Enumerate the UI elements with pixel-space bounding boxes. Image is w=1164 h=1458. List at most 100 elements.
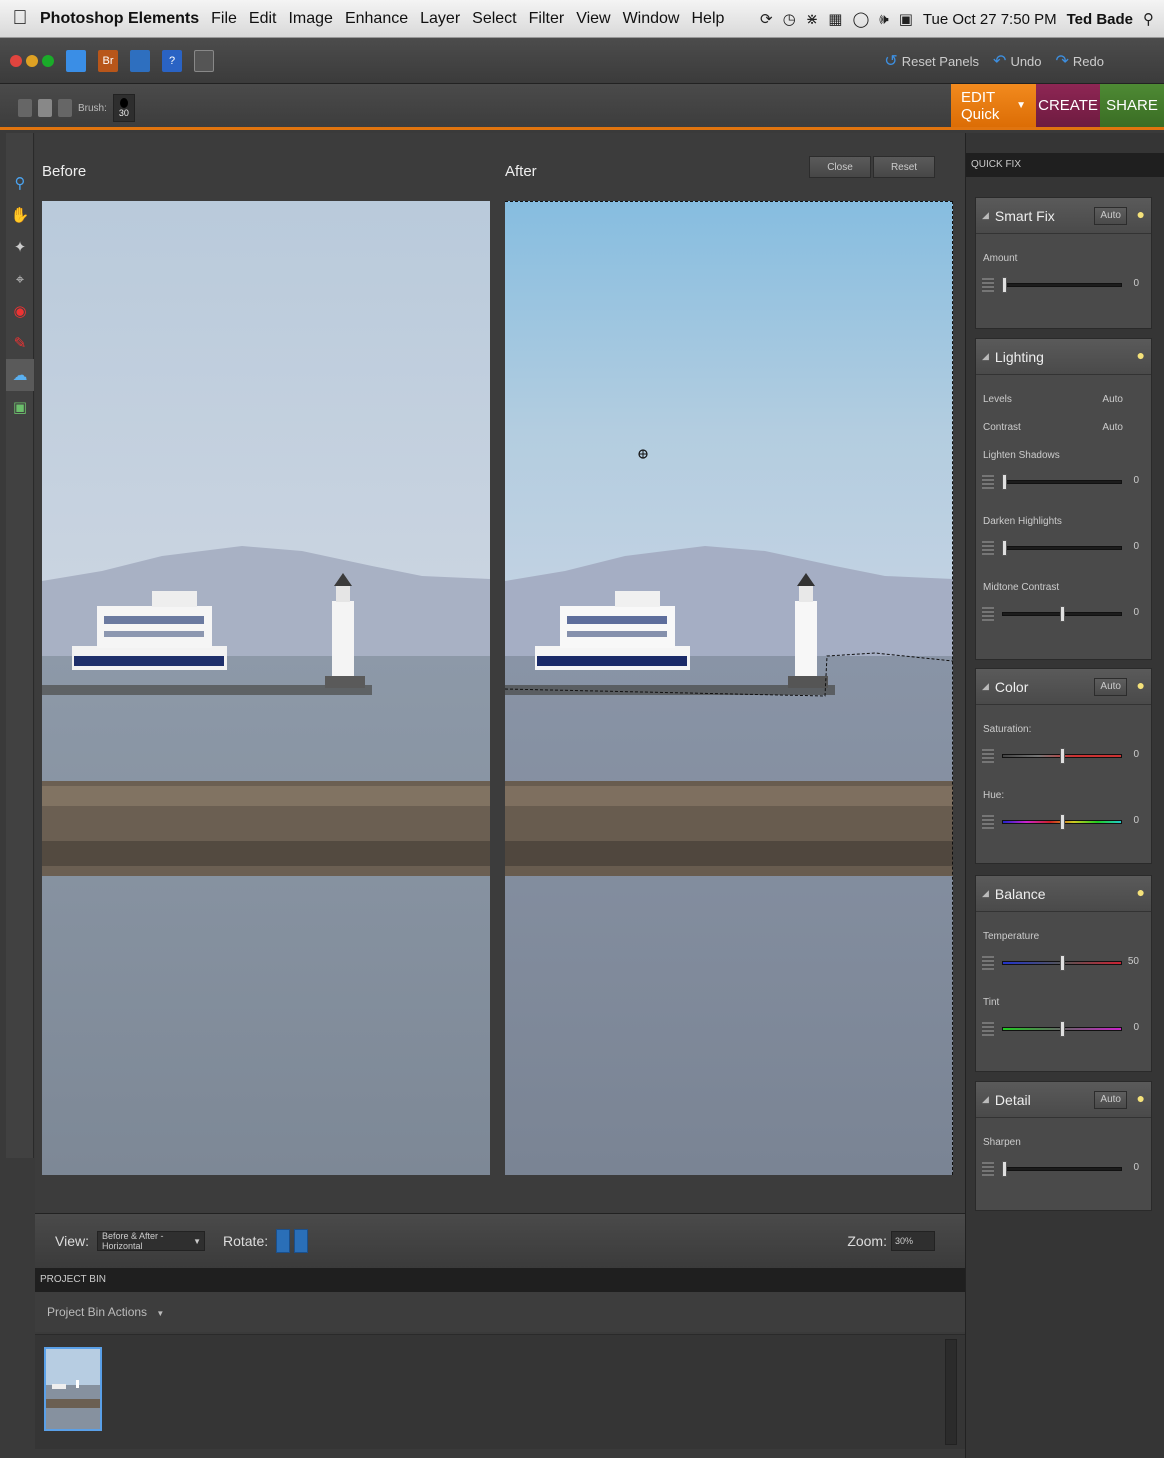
lighten-shadows-knob[interactable] bbox=[1002, 474, 1007, 490]
bluetooth-icon[interactable]: ⋇ bbox=[806, 10, 819, 28]
menu-edit[interactable]: Edit bbox=[249, 10, 277, 28]
slider-grip-icon bbox=[982, 815, 994, 829]
menu-window[interactable]: Window bbox=[623, 10, 680, 28]
wifi-icon[interactable]: ◯ bbox=[852, 10, 869, 28]
after-image[interactable] bbox=[505, 201, 953, 1175]
menu-help[interactable]: Help bbox=[691, 10, 724, 28]
midtone-contrast-slider[interactable]: 0 bbox=[976, 597, 1151, 631]
menu-view[interactable]: View bbox=[576, 10, 610, 28]
lightbulb-icon[interactable]: ● bbox=[1137, 206, 1145, 222]
redo-button[interactable]: ↷ Redo bbox=[1056, 51, 1104, 71]
project-bin-thumbnail[interactable] bbox=[44, 1347, 102, 1431]
tab-create[interactable]: CREATE bbox=[1036, 84, 1100, 127]
contrast-auto-button[interactable]: Auto bbox=[1102, 419, 1123, 437]
smart-fix-header[interactable]: ◢ Smart Fix Auto ● bbox=[976, 198, 1151, 234]
menu-select[interactable]: Select bbox=[472, 10, 516, 28]
amount-knob[interactable] bbox=[1002, 277, 1007, 293]
spotlight-search-icon[interactable]: ⚲ bbox=[1143, 10, 1154, 28]
menu-enhance[interactable]: Enhance bbox=[345, 10, 408, 28]
zoom-tool-icon[interactable]: ⚲ bbox=[6, 167, 34, 199]
balance-header[interactable]: ◢ Balance ● bbox=[976, 876, 1151, 912]
menu-file[interactable]: File bbox=[211, 10, 237, 28]
battery-icon[interactable]: ▣ bbox=[899, 10, 913, 28]
quick-selection-tool-icon[interactable]: ✦ bbox=[6, 231, 34, 263]
tint-slider[interactable]: 0 bbox=[976, 1012, 1151, 1046]
lightbulb-icon[interactable]: ● bbox=[1137, 347, 1145, 363]
rotate-right-icon[interactable] bbox=[294, 1229, 309, 1253]
selection-brush-icon[interactable] bbox=[18, 99, 32, 117]
saturation-slider[interactable]: 0 bbox=[976, 739, 1151, 773]
project-bin-header[interactable]: PROJECT BIN bbox=[35, 1268, 965, 1292]
app-menu[interactable]: Photoshop Elements bbox=[40, 10, 199, 28]
volume-icon[interactable]: 🕪 bbox=[879, 11, 888, 28]
levels-auto-button[interactable]: Auto bbox=[1102, 391, 1123, 409]
brush-size-picker[interactable]: 30 bbox=[112, 94, 135, 122]
menu-image[interactable]: Image bbox=[288, 10, 332, 28]
subtract-selection-icon[interactable] bbox=[58, 99, 72, 117]
darken-highlights-track bbox=[1002, 546, 1122, 550]
crop-tool-icon[interactable]: ⌖ bbox=[6, 263, 34, 295]
lightbulb-icon[interactable]: ● bbox=[1137, 677, 1145, 693]
midtone-contrast-knob[interactable] bbox=[1059, 606, 1065, 622]
reset-panels-button[interactable]: ↺ Reset Panels bbox=[884, 51, 979, 71]
tint-knob[interactable] bbox=[1059, 1021, 1065, 1037]
saturation-knob[interactable] bbox=[1059, 748, 1065, 764]
project-bin-scrollbar[interactable] bbox=[945, 1339, 957, 1445]
close-button[interactable]: Close bbox=[809, 156, 871, 178]
time-machine-icon[interactable]: ◷ bbox=[783, 10, 796, 28]
menu-layer[interactable]: Layer bbox=[420, 10, 460, 28]
hue-slider[interactable]: 0 bbox=[976, 805, 1151, 839]
help-icon[interactable]: ? bbox=[162, 49, 182, 72]
tab-edit-quick[interactable]: EDIT Quick ▼ bbox=[951, 84, 1036, 127]
hand-tool-icon[interactable]: ✋ bbox=[6, 199, 34, 231]
sharpen-slider[interactable]: 0 bbox=[976, 1152, 1151, 1186]
smart-fix-auto-button[interactable]: Auto bbox=[1094, 207, 1127, 225]
temperature-knob[interactable] bbox=[1059, 955, 1065, 971]
new-file-icon[interactable] bbox=[66, 49, 86, 72]
quick-fix-header[interactable]: QUICK FIX bbox=[966, 153, 1164, 177]
menu-filter[interactable]: Filter bbox=[529, 10, 565, 28]
tools-panel: ⚲ ✋ ✦ ⌖ ◉ ✎ ☁ ▣ bbox=[6, 133, 34, 1158]
hue-knob[interactable] bbox=[1059, 814, 1065, 830]
color-auto-button[interactable]: Auto bbox=[1094, 678, 1127, 696]
amount-slider[interactable]: 0 bbox=[976, 268, 1151, 302]
apple-menu-icon[interactable]:  bbox=[0, 7, 40, 30]
zoom-label: Zoom: bbox=[847, 1233, 887, 1249]
zoom-window-icon[interactable] bbox=[42, 54, 54, 67]
whiten-teeth-tool-icon[interactable]: ✎ bbox=[6, 327, 34, 359]
before-image[interactable] bbox=[42, 201, 490, 1175]
tint-value: 0 bbox=[1133, 1022, 1139, 1033]
add-selection-icon[interactable] bbox=[38, 99, 52, 117]
temperature-slider[interactable]: 50 bbox=[976, 946, 1151, 980]
darken-highlights-knob[interactable] bbox=[1002, 540, 1007, 556]
bridge-icon[interactable]: Br bbox=[98, 49, 118, 72]
rotate-left-icon[interactable] bbox=[276, 1229, 291, 1253]
detail-auto-button[interactable]: Auto bbox=[1094, 1091, 1127, 1109]
black-and-white-high-contrast-tool-icon[interactable]: ▣ bbox=[6, 391, 34, 423]
lighten-shadows-slider[interactable]: 0 bbox=[976, 465, 1151, 499]
sharpen-knob[interactable] bbox=[1002, 1161, 1007, 1177]
color-header[interactable]: ◢ Color Auto ● bbox=[976, 669, 1151, 705]
project-bin-actions-menu[interactable]: Project Bin Actions ▼ bbox=[35, 1292, 965, 1332]
make-dull-skies-blue-tool-icon[interactable]: ☁ bbox=[6, 359, 34, 391]
lighting-header[interactable]: ◢ Lighting ● bbox=[976, 339, 1151, 375]
view-mode-select[interactable]: Before & After - Horizontal ▼ bbox=[96, 1231, 205, 1251]
red-eye-tool-icon[interactable]: ◉ bbox=[6, 295, 34, 327]
reset-button[interactable]: Reset bbox=[873, 156, 935, 178]
undo-button[interactable]: ↶ Undo bbox=[993, 51, 1041, 71]
darken-highlights-slider[interactable]: 0 bbox=[976, 531, 1151, 565]
tools-panel-grip[interactable] bbox=[6, 133, 33, 167]
lightbulb-icon[interactable]: ● bbox=[1137, 884, 1145, 900]
close-window-icon[interactable] bbox=[10, 54, 22, 67]
sync-icon[interactable]: ⟳ bbox=[760, 10, 773, 28]
menu-clock[interactable]: Tue Oct 27 7:50 PM bbox=[923, 11, 1057, 28]
zoom-field[interactable]: 30% bbox=[891, 1231, 935, 1251]
user-menu[interactable]: Ted Bade bbox=[1067, 11, 1133, 28]
save-icon[interactable] bbox=[130, 49, 150, 72]
tab-share[interactable]: SHARE bbox=[1100, 84, 1164, 127]
detail-header[interactable]: ◢ Detail Auto ● bbox=[976, 1082, 1151, 1118]
app-status-icon[interactable]: ▦ bbox=[828, 10, 842, 28]
minimize-window-icon[interactable] bbox=[26, 54, 38, 67]
lightbulb-icon[interactable]: ● bbox=[1137, 1090, 1145, 1106]
workspace-layout-icon[interactable] bbox=[194, 49, 214, 72]
